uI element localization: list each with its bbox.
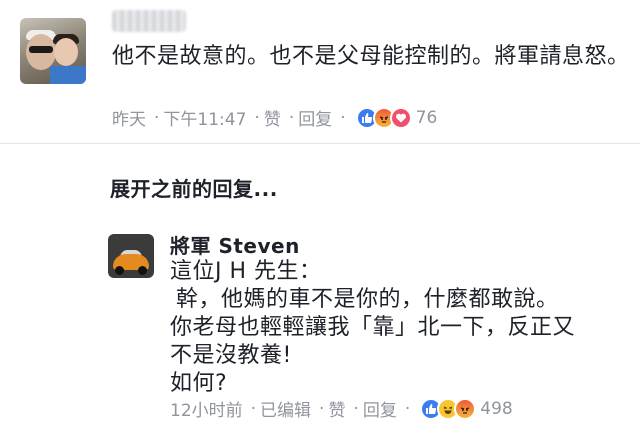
comment-meta: 昨天 · 下午11:47 · 赞 · 回复 · 76	[112, 105, 441, 130]
comment-text: 這位J H 先生： 幹，他媽的車不是你的，什麼都敢說。 你老母也輕輕讓我「靠」北…	[170, 258, 625, 398]
like-link[interactable]: 赞	[264, 105, 281, 130]
timestamp-day[interactable]: 昨天	[112, 105, 146, 130]
angry-reaction-icon	[454, 397, 477, 420]
reaction-summary[interactable]: 498	[420, 397, 516, 420]
edited-label[interactable]: 已编辑	[260, 396, 311, 421]
comment-line: 幹，他媽的車不是你的，什麼都敢說。	[176, 287, 559, 312]
like-link[interactable]: 赞	[328, 396, 345, 421]
reaction-count: 76	[415, 107, 438, 128]
comment-line: 這位J H 先生：	[170, 259, 322, 284]
comment-line: 如何?	[170, 371, 228, 396]
reaction-summary[interactable]: 76	[355, 106, 442, 129]
timestamp-clock[interactable]: 下午11:47	[163, 105, 246, 130]
avatar[interactable]	[20, 18, 86, 84]
comment-meta: 12小时前 · 已编辑 · 赞 · 回复 · 498	[170, 396, 517, 421]
love-reaction-icon	[389, 106, 412, 129]
timestamp[interactable]: 12小时前	[170, 396, 243, 421]
commenter-name-blurred[interactable]	[112, 10, 186, 32]
comment-line: 你老母也輕輕讓我「靠」北一下，反正又	[170, 315, 576, 340]
comment-text: 他不是故意的。也不是父母能控制的。將軍請息怒。	[112, 44, 630, 69]
reaction-count: 498	[480, 398, 513, 419]
commenter-name[interactable]: 將軍 Steven	[170, 230, 300, 259]
comment-line: 不是沒教養!	[170, 343, 292, 368]
reply-link[interactable]: 回复	[298, 105, 332, 130]
divider	[0, 143, 640, 144]
reply-link[interactable]: 回复	[363, 396, 397, 421]
avatar[interactable]	[108, 234, 154, 278]
expand-previous-replies-link[interactable]: 展开之前的回复...	[110, 173, 278, 202]
